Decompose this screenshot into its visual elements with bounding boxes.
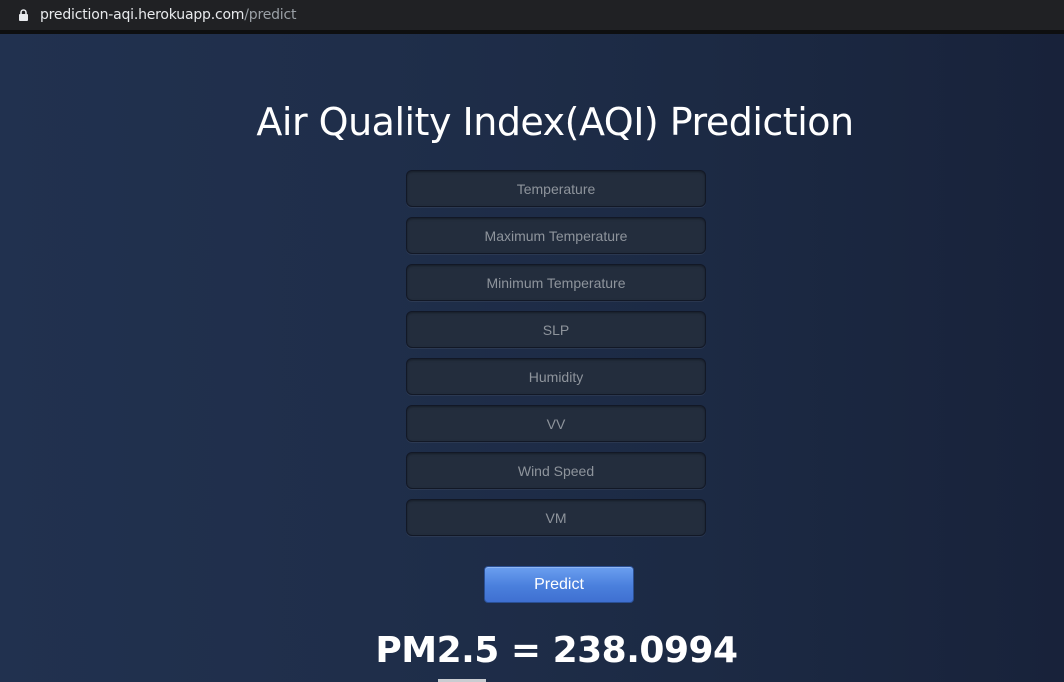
url-text[interactable]: prediction-aqi.herokuapp.com/predict	[40, 6, 296, 24]
vm-input[interactable]	[406, 499, 706, 536]
slp-input[interactable]	[406, 311, 706, 348]
url-host: prediction-aqi.herokuapp.com	[40, 7, 245, 23]
humidity-input[interactable]	[406, 358, 706, 395]
url-path: /predict	[244, 7, 297, 23]
temperature-input[interactable]	[406, 170, 706, 207]
vv-input[interactable]	[406, 405, 706, 442]
maximum-temperature-input[interactable]	[406, 217, 706, 254]
page-title: Air Quality Index(AQI) Prediction	[256, 100, 854, 144]
wind-speed-input[interactable]	[406, 452, 706, 489]
minimum-temperature-input[interactable]	[406, 264, 706, 301]
predict-button[interactable]: Predict	[484, 566, 634, 603]
address-bar[interactable]: prediction-aqi.herokuapp.com/predict	[0, 0, 1064, 30]
page-content: Air Quality Index(AQI) Prediction Predic…	[0, 34, 1064, 682]
lock-icon[interactable]	[18, 9, 29, 21]
prediction-result: PM2.5 = 238.0994	[375, 630, 738, 671]
